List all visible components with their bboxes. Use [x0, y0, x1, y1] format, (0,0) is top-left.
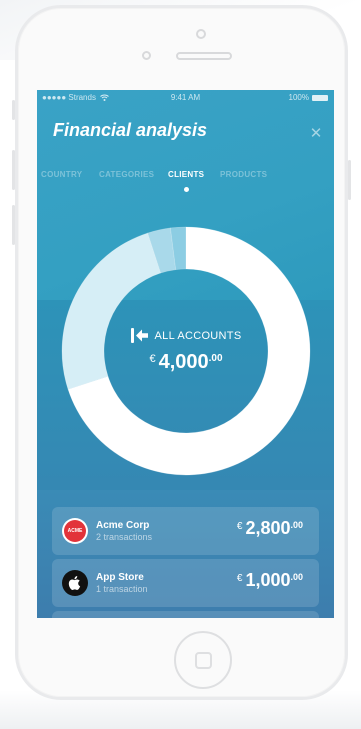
client-name: App Store — [96, 572, 144, 583]
close-icon[interactable]: ✕ — [309, 126, 323, 141]
home-button-square — [195, 652, 212, 669]
tab-categories[interactable]: CATEGORIES — [99, 170, 154, 179]
apple-logo — [62, 570, 88, 596]
donut-center: ALL ACCOUNTS € 4,000 .00 — [61, 226, 311, 476]
all-accounts-row[interactable]: ALL ACCOUNTS — [130, 328, 242, 343]
total-currency: € — [149, 353, 156, 365]
power-button — [348, 160, 351, 200]
acme-logo: ACME — [62, 518, 88, 544]
client-card-partial[interactable] — [52, 611, 319, 618]
client-amount-dec: .00 — [290, 572, 303, 582]
battery-icon — [312, 94, 328, 101]
total-amount-int: 4,000 — [158, 351, 209, 373]
front-sensor — [196, 29, 206, 39]
earpiece-speaker — [176, 52, 232, 60]
client-amount-dec: .00 — [290, 520, 303, 530]
mute-switch — [12, 100, 15, 120]
donut-chart[interactable]: ALL ACCOUNTS € 4,000 .00 — [61, 226, 311, 476]
client-transactions: 1 transaction — [96, 584, 148, 594]
tab-products[interactable]: PRODUCTS — [220, 170, 267, 179]
page-title: Financial analysis — [53, 120, 208, 140]
client-card-app-store[interactable]: App Store 1 transaction € 1,000 .00 — [52, 559, 319, 607]
all-accounts-label: ALL ACCOUNTS — [154, 329, 242, 342]
client-amount-int: 1,000 — [245, 570, 291, 590]
status-bar: ●●●●● Strands 9:41 AM 100% — [37, 90, 334, 104]
battery-percent: 100% — [288, 93, 309, 102]
client-amount: € 2,800 .00 — [237, 518, 303, 539]
total-amount: € 4,000 .00 — [149, 351, 222, 374]
client-amount: € 1,000 .00 — [237, 570, 303, 591]
app-screen: ●●●●● Strands 9:41 AM 100% Financial ana… — [37, 90, 334, 618]
client-card-acme[interactable]: ACME Acme Corp 2 transactions € 2,800 .0… — [52, 507, 319, 555]
apple-icon — [68, 576, 81, 591]
volume-up-button — [12, 150, 15, 190]
front-camera — [142, 51, 151, 60]
back-arrow-icon — [130, 328, 148, 343]
client-currency: € — [236, 573, 243, 584]
total-amount-dec: .00 — [208, 353, 223, 364]
client-transactions: 2 transactions — [96, 532, 153, 542]
client-list: ACME Acme Corp 2 transactions € 2,800 .0… — [37, 490, 334, 618]
acme-logo-badge: ACME — [64, 520, 86, 542]
active-tab-indicator — [184, 187, 189, 192]
client-currency: € — [236, 521, 243, 532]
tab-country[interactable]: COUNTRY — [41, 170, 82, 179]
client-amount-int: 2,800 — [245, 518, 291, 538]
status-battery-group: 100% — [289, 93, 328, 102]
tab-clients[interactable]: CLIENTS — [168, 170, 204, 179]
client-name: Acme Corp — [96, 520, 150, 531]
home-button[interactable] — [174, 631, 232, 689]
volume-down-button — [12, 205, 15, 245]
